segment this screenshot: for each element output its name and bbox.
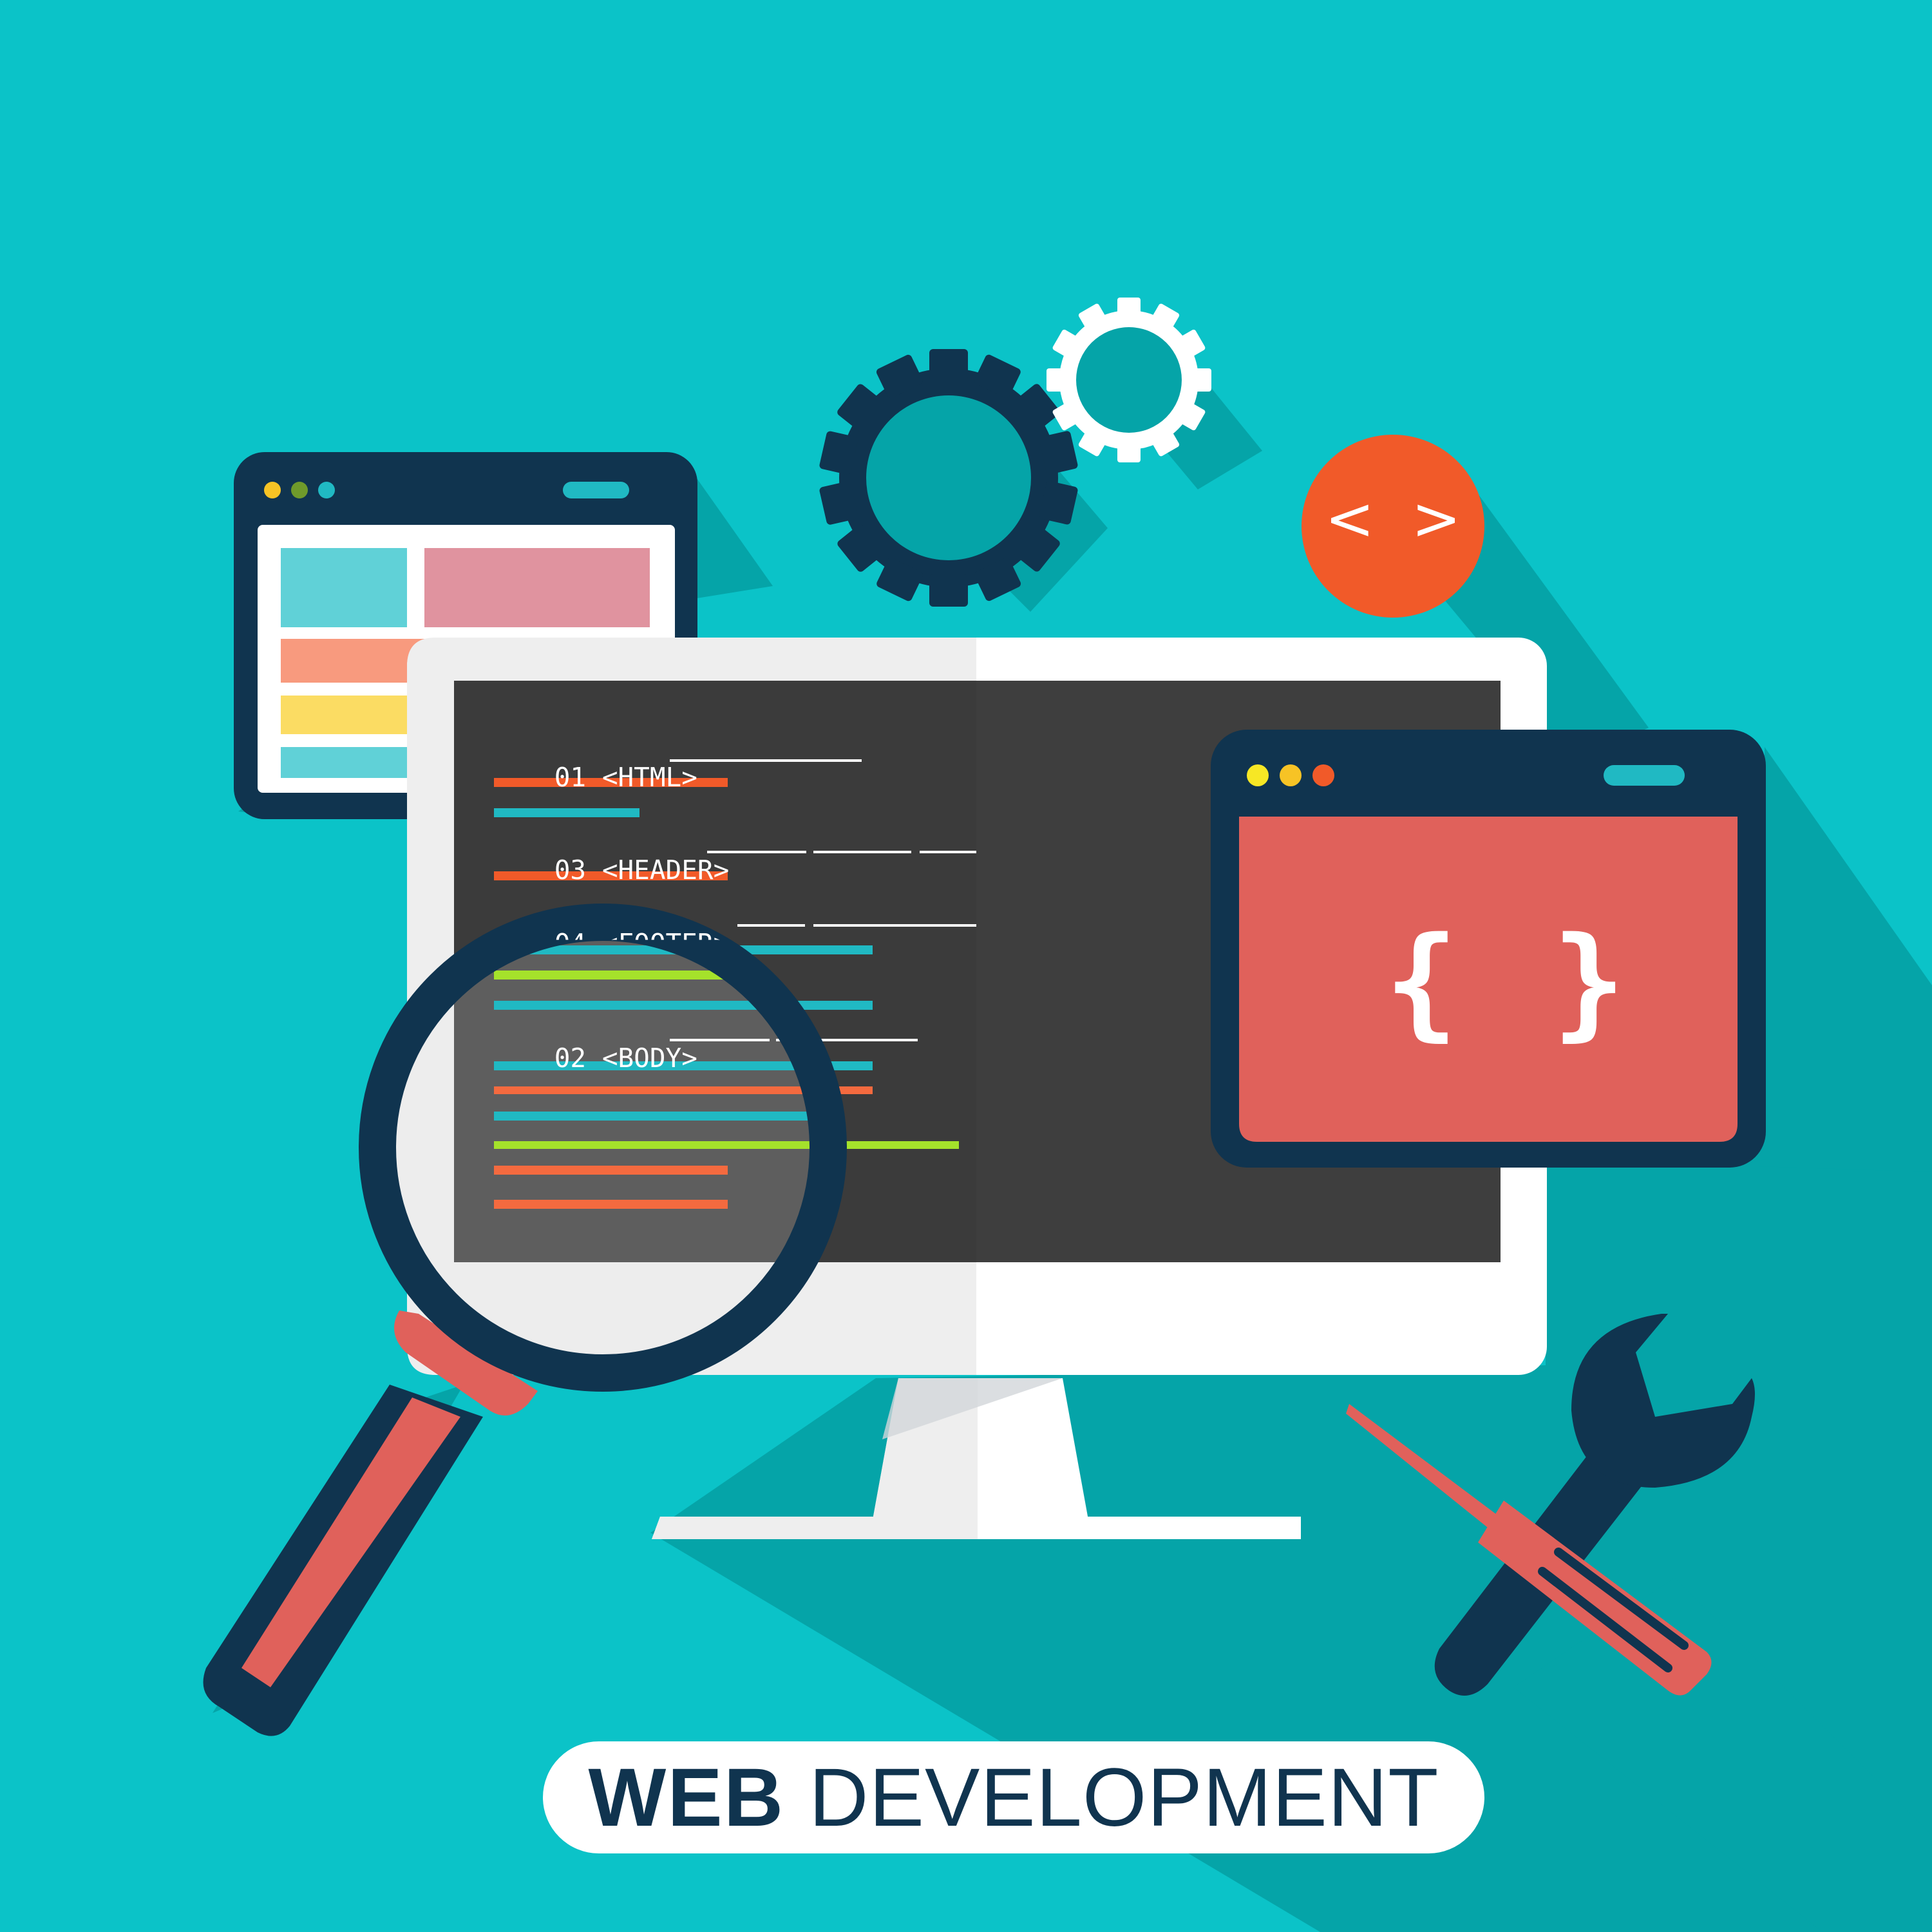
title-banner: WEB DEVELOPMENT [543, 1741, 1484, 1853]
gear-icon [819, 349, 1079, 607]
title-regular: DEVELOPMENT [809, 1751, 1439, 1844]
web-development-illustration [0, 0, 1932, 1932]
title-bold: WEB [588, 1751, 785, 1844]
code-window-icon [1211, 730, 1766, 1168]
code-tag-icon [1302, 435, 1484, 618]
